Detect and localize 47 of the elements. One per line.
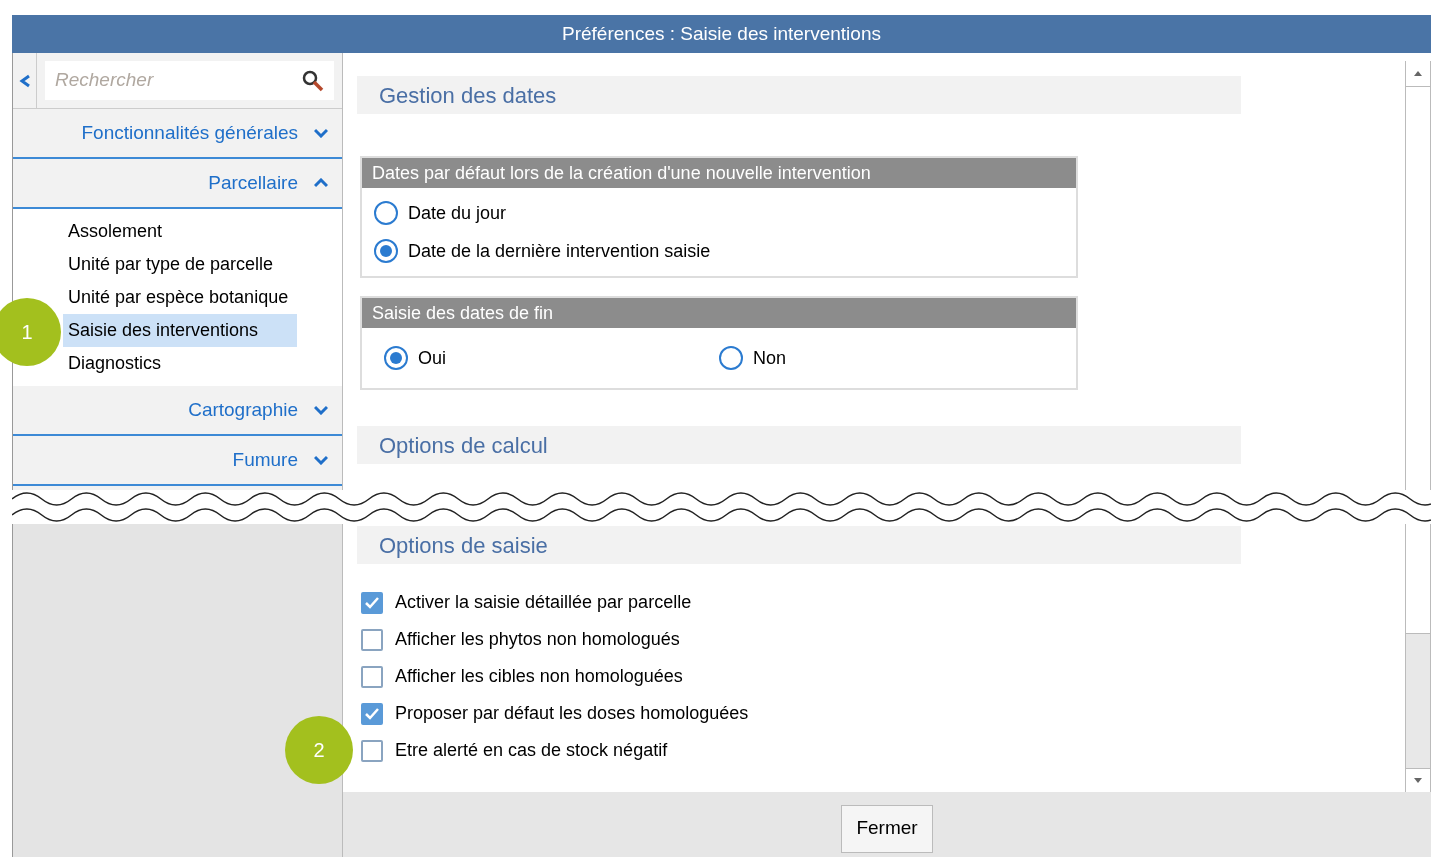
- radio-label: Non: [753, 346, 787, 370]
- section-header[interactable]: Cartographie: [13, 386, 342, 436]
- radio-button[interactable]: [374, 201, 398, 225]
- radio-label: Date de la dernière intervention saisie: [408, 239, 711, 263]
- checkbox[interactable]: [361, 739, 383, 762]
- section-heading: Options de calcul: [357, 426, 1241, 464]
- search-input[interactable]: Rechercher: [55, 66, 302, 95]
- chevron-down-icon: [314, 128, 328, 138]
- section-header[interactable]: Fonctionnalités générales: [13, 109, 342, 159]
- sidebar-item[interactable]: Unité par espèce botanique: [63, 281, 294, 314]
- radio-button[interactable]: [384, 346, 408, 370]
- section-heading: Options de saisie: [357, 526, 1241, 564]
- callout-badge: 1: [0, 298, 61, 366]
- sidebar-item[interactable]: Diagnostics: [63, 347, 167, 380]
- scrollbar[interactable]: [1405, 524, 1431, 792]
- radio-label: Oui: [418, 346, 446, 370]
- search-icon: [302, 69, 324, 92]
- window-title: Préférences : Saisie des interventions: [12, 15, 1431, 53]
- sidebar-item[interactable]: Unité par type de parcelle: [63, 248, 279, 281]
- checkbox[interactable]: [361, 591, 383, 614]
- checkbox-label: Proposer par défaut les doses homologuées: [395, 702, 749, 725]
- up-arrow-icon: [1414, 71, 1422, 76]
- checkbox[interactable]: [361, 702, 383, 725]
- close-button[interactable]: Fermer: [841, 804, 933, 853]
- sidebar-item[interactable]: Assolement: [63, 215, 168, 248]
- checkbox-label: Afficher les phytos non homologués: [395, 628, 680, 651]
- search-field[interactable]: Rechercher: [45, 61, 334, 100]
- group-title: Saisie des dates de fin: [362, 298, 1076, 328]
- checkbox[interactable]: [361, 665, 383, 688]
- chevron-down-icon: [314, 455, 328, 465]
- back-chevron-icon: [18, 73, 31, 88]
- chevron-up-icon: [314, 178, 328, 188]
- chevron-down-icon: [314, 405, 328, 415]
- checkbox[interactable]: [361, 628, 383, 651]
- section-heading: Gestion des dates: [357, 76, 1241, 114]
- radio-button[interactable]: [719, 346, 743, 370]
- radio-label: Date du jour: [408, 201, 507, 225]
- group-title: Dates par défaut lors de la création d'une nouvelle intervention: [362, 158, 1076, 188]
- checkmark-icon: [365, 707, 379, 720]
- radio-button[interactable]: [374, 239, 398, 263]
- checkbox-label: Activer la saisie détaillée par parcelle: [395, 591, 692, 614]
- checkbox-label: Etre alerté en cas de stock négatif: [395, 739, 668, 762]
- checkbox-label: Afficher les cibles non homologuées: [395, 665, 683, 688]
- down-arrow-icon: [1414, 778, 1422, 783]
- sidebar-item[interactable]: Saisie des interventions: [63, 314, 297, 347]
- checkmark-icon: [365, 596, 379, 609]
- section-header[interactable]: Fumure: [13, 436, 342, 486]
